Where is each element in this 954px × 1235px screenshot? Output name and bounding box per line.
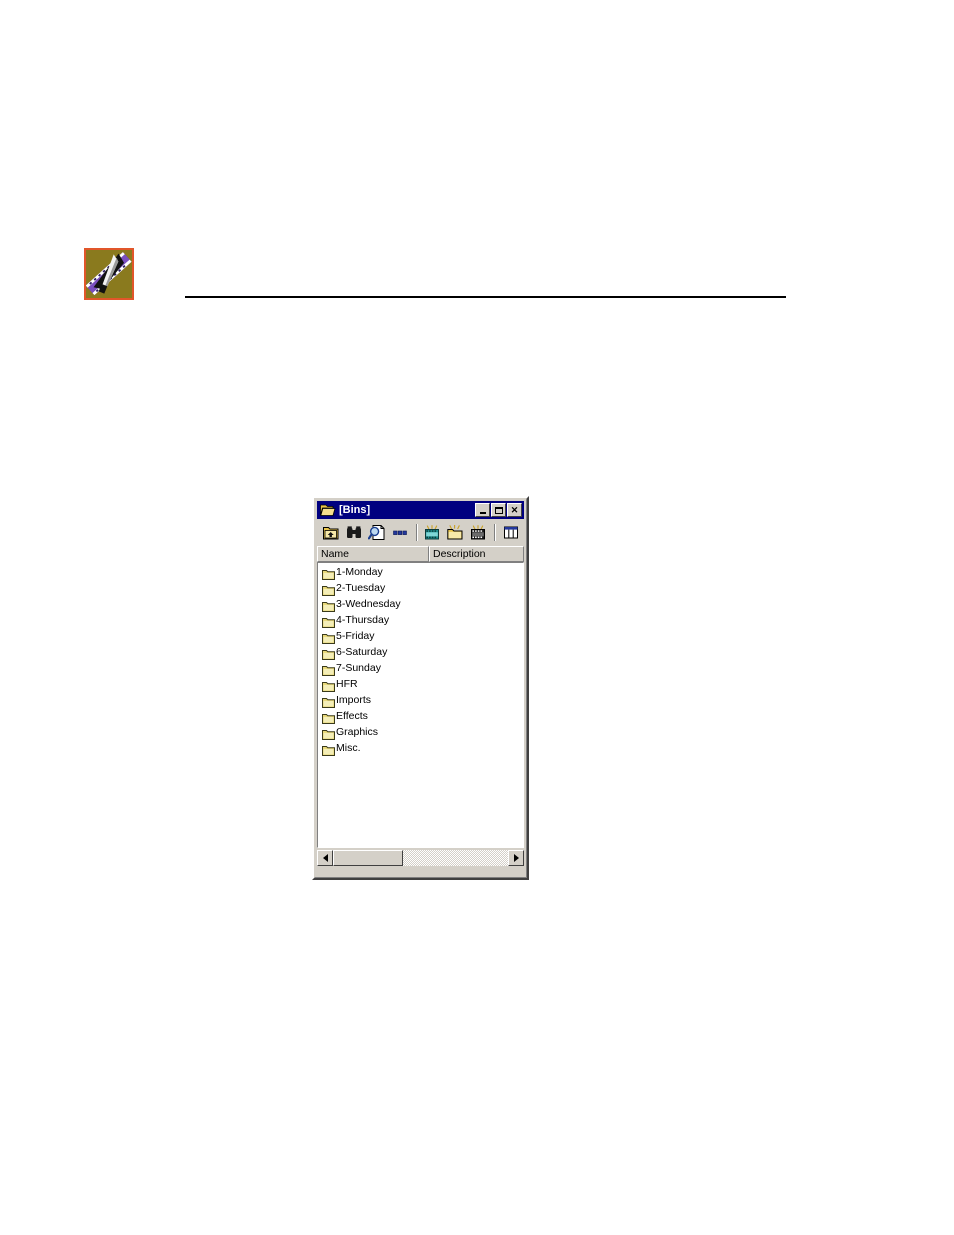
close-button[interactable]: ✕ <box>507 503 522 517</box>
binoculars-icon <box>346 525 361 538</box>
list-item[interactable]: Graphics <box>318 724 523 740</box>
folder-icon <box>322 695 335 708</box>
scrollbar-thumb[interactable] <box>333 850 403 866</box>
page-header <box>84 248 786 308</box>
scroll-left-button[interactable] <box>317 850 333 866</box>
properties-dots-icon <box>392 530 407 535</box>
folder-icon <box>322 727 335 740</box>
list-item-name: Misc. <box>336 742 361 754</box>
new-bin-folder-icon <box>447 524 463 539</box>
list-item-name: 5-Friday <box>336 630 375 642</box>
minimize-button[interactable] <box>475 503 490 517</box>
bins-window: [Bins] ✕ Name Description 1-Monday 2-Tue… <box>312 496 529 880</box>
list-item[interactable]: 1-Monday <box>318 564 523 580</box>
columns-icon <box>504 526 519 538</box>
new-sequence-film-icon <box>425 524 440 539</box>
folder-icon <box>322 615 335 628</box>
list-item-name: 4-Thursday <box>336 614 390 626</box>
scrollbar-track[interactable] <box>333 850 508 866</box>
separator-2 <box>494 523 497 541</box>
scroll-left-arrow-icon <box>322 854 328 862</box>
scroll-right-arrow-icon <box>513 854 519 862</box>
list-item[interactable]: 6-Saturday <box>318 644 523 660</box>
bins-list[interactable]: 1-Monday 2-Tuesday 3-Wednesday 4-Thursda… <box>317 562 524 848</box>
new-sequence-button[interactable] <box>423 522 443 542</box>
folder-icon <box>322 567 335 580</box>
avid-film-splicer-glyph <box>86 250 132 298</box>
list-column-headers: Name Description <box>317 546 524 562</box>
list-item[interactable]: Effects <box>318 708 523 724</box>
folder-icon <box>322 583 335 596</box>
choose-columns-button[interactable] <box>501 522 521 542</box>
header-divider-rule <box>185 296 786 298</box>
window-title: [Bins] <box>339 504 371 516</box>
folder-icon <box>322 679 335 692</box>
list-item-name: Graphics <box>336 726 379 738</box>
open-folder-icon <box>320 503 336 517</box>
folder-icon <box>322 599 335 612</box>
folder-icon <box>322 743 335 756</box>
close-icon: ✕ <box>510 504 519 515</box>
go-up-folder-button[interactable] <box>321 522 341 542</box>
list-item[interactable]: 4-Thursday <box>318 612 523 628</box>
column-header-description[interactable]: Description <box>429 546 524 562</box>
preview-button[interactable] <box>367 522 387 542</box>
folder-icon <box>322 711 335 724</box>
list-item-name: 7-Sunday <box>336 662 381 674</box>
new-clip-film-icon <box>471 524 486 539</box>
scroll-right-button[interactable] <box>508 850 524 866</box>
horizontal-scrollbar[interactable] <box>317 850 524 866</box>
window-controls: ✕ <box>475 503 522 517</box>
list-item[interactable]: HFR <box>318 676 523 692</box>
bins-toolbar <box>317 519 524 545</box>
properties-button[interactable] <box>390 522 410 542</box>
folder-icon <box>322 647 335 660</box>
list-item[interactable]: 2-Tuesday <box>318 580 523 596</box>
list-item-name: Effects <box>336 710 368 722</box>
list-item[interactable]: 3-Wednesday <box>318 596 523 612</box>
maximize-button[interactable] <box>491 503 506 517</box>
new-bin-button[interactable] <box>445 522 465 542</box>
maximize-icon <box>494 506 503 514</box>
bins-window-inner: [Bins] ✕ Name Description 1-Monday 2-Tue… <box>314 498 527 878</box>
minimize-icon <box>479 511 486 514</box>
folder-icon <box>322 631 335 644</box>
separator-1 <box>415 523 418 541</box>
up-folder-icon <box>322 526 339 539</box>
folder-icon <box>322 663 335 676</box>
list-item-name: 3-Wednesday <box>336 598 401 610</box>
list-item[interactable]: Misc. <box>318 740 523 756</box>
find-button[interactable] <box>344 522 364 542</box>
column-header-name[interactable]: Name <box>317 546 429 562</box>
list-item[interactable]: 5-Friday <box>318 628 523 644</box>
window-titlebar[interactable]: [Bins] ✕ <box>317 501 524 519</box>
new-clip-button[interactable] <box>468 522 488 542</box>
list-item[interactable]: 7-Sunday <box>318 660 523 676</box>
open-folder-glyph <box>320 504 336 516</box>
list-item-name: Imports <box>336 694 372 706</box>
list-item-name: HFR <box>336 678 358 690</box>
list-item[interactable]: Imports <box>318 692 523 708</box>
list-item-name: 1-Monday <box>336 566 383 578</box>
avid-film-splicer-icon <box>84 248 134 300</box>
list-item-name: 2-Tuesday <box>336 582 386 594</box>
list-item-name: 6-Saturday <box>336 646 388 658</box>
magnify-document-icon <box>367 524 385 540</box>
